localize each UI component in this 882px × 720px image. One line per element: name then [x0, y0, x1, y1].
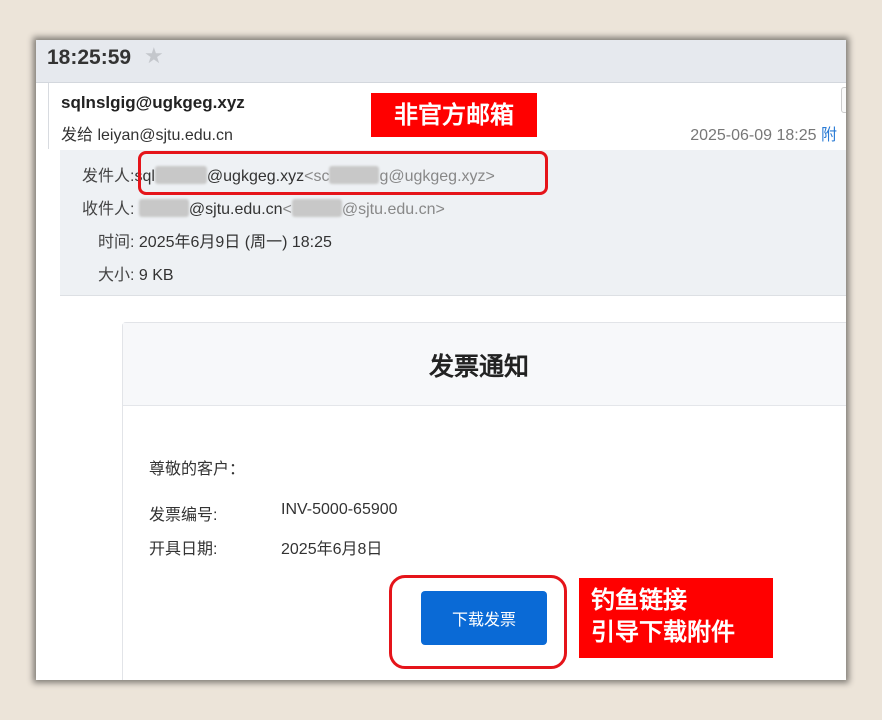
recipient-email[interactable]: < @sjtu.edu.cn> [283, 199, 445, 218]
issue-date-label: 开具日期: [149, 541, 218, 558]
greeting: 尊敬的客户： [149, 461, 246, 478]
title-bar: 18:25:59 ★ [36, 40, 846, 83]
card-header: 发票通知 [123, 323, 846, 406]
time-row: 时间: 2025年6月9日 (周一) 18:25 [98, 228, 332, 252]
size-value: 9 KB [138, 267, 174, 284]
recipient-line: 发给 leiyan@sjtu.edu.cn [61, 127, 233, 144]
unofficial-mailbox-tag: 非官方邮箱 [371, 93, 537, 137]
phishing-link-tag: 钓鱼链接 引导下载附件 [579, 578, 773, 658]
attachment-link[interactable]: 附 [821, 127, 837, 144]
size-row: 大小: 9 KB [98, 261, 174, 285]
invoice-number-label: 发票编号: [149, 507, 218, 524]
message-date: 2025-06-09 18:25 附 [690, 127, 837, 144]
redacted-block [138, 199, 189, 217]
recipient-row: 收件人: @sjtu.edu.cn< @sjtu.edu.cn> [82, 195, 445, 219]
received-time: 18:25:59 [47, 46, 132, 69]
recipient-name[interactable]: @sjtu.edu.cn [189, 201, 283, 218]
sender-highlight-box [138, 151, 548, 195]
toolbar-button[interactable] [841, 87, 846, 113]
phishing-tag-line2: 引导下载附件 [591, 618, 735, 646]
time-value: 2025年6月9日 (周一) 18:25 [138, 234, 332, 251]
redacted-block [291, 199, 342, 217]
sender-label: 发件人: [82, 168, 135, 185]
star-icon[interactable]: ★ [144, 44, 164, 69]
sender-address[interactable]: sqlnslgig@ugkgeg.xyz [61, 93, 245, 113]
invoice-number-value: INV-5000-65900 [281, 501, 398, 518]
card-title: 发票通知 [429, 352, 530, 381]
phishing-tag-line1: 钓鱼链接 [591, 586, 687, 614]
issue-date-value: 2025年6月8日 [281, 541, 383, 558]
recipient-label: 收件人: [82, 201, 135, 218]
time-label: 时间: [98, 234, 135, 251]
download-highlight-box [389, 575, 567, 669]
size-label: 大小: [98, 267, 135, 284]
